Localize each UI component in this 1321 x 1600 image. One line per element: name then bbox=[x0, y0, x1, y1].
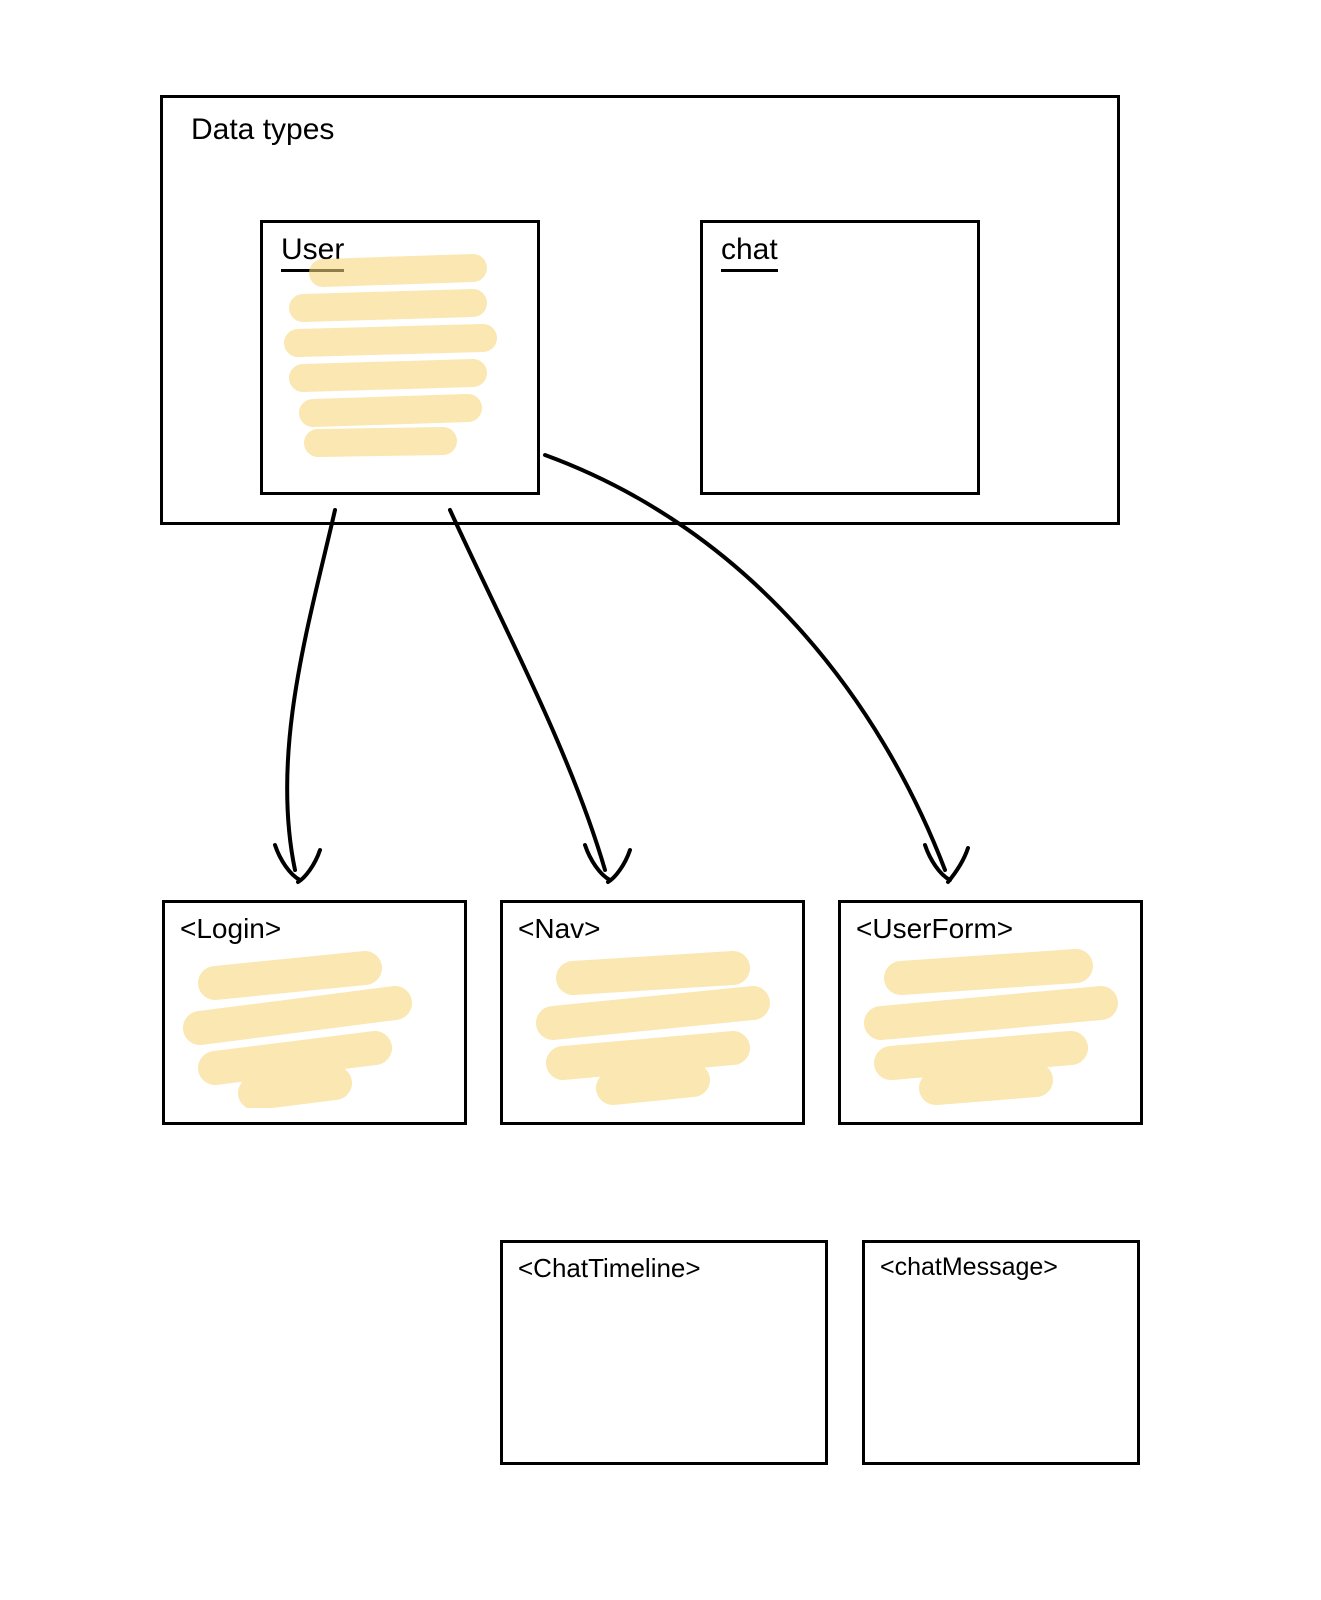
data-types-title: Data types bbox=[191, 113, 334, 147]
chattimeline-component-box: <ChatTimeline> bbox=[500, 1240, 828, 1465]
nav-component-box: <Nav> bbox=[500, 900, 805, 1125]
login-component-label: <Login> bbox=[180, 913, 281, 945]
chatmessage-component-label: <chatMessage> bbox=[880, 1253, 1058, 1282]
login-highlight-icon bbox=[175, 948, 435, 1108]
chatmessage-component-box: <chatMessage> bbox=[862, 1240, 1140, 1465]
userform-highlight-icon bbox=[856, 948, 1126, 1108]
chat-type-box: chat bbox=[700, 220, 980, 495]
userform-component-label: <UserForm> bbox=[856, 913, 1013, 945]
user-type-box: User bbox=[260, 220, 540, 495]
chat-type-label: chat bbox=[721, 233, 778, 272]
chattimeline-component-label: <ChatTimeline> bbox=[518, 1253, 701, 1284]
user-highlight-icon bbox=[273, 243, 513, 463]
nav-highlight-icon bbox=[523, 948, 783, 1108]
userform-component-box: <UserForm> bbox=[838, 900, 1143, 1125]
login-component-box: <Login> bbox=[162, 900, 467, 1125]
nav-component-label: <Nav> bbox=[518, 913, 601, 945]
